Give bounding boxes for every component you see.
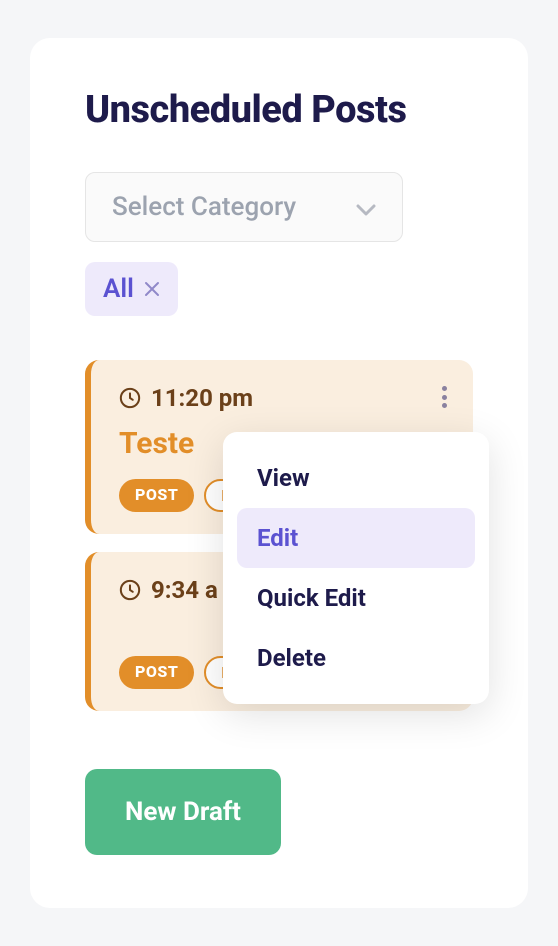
- category-select[interactable]: Select Category: [85, 172, 403, 242]
- dropdown-item-delete[interactable]: Delete: [237, 628, 475, 688]
- post-time: 11:20 pm: [151, 384, 253, 412]
- badge-post: POST: [119, 479, 194, 512]
- post-time: 9:34 a: [151, 576, 218, 604]
- posts-list: 11:20 pm Teste POST D View Edit Quick Ed…: [85, 360, 473, 711]
- more-button[interactable]: [435, 384, 453, 410]
- post-title: Teste: [119, 426, 239, 461]
- post-header: 11:20 pm: [119, 384, 447, 412]
- dropdown-menu: View Edit Quick Edit Delete: [223, 432, 489, 704]
- main-card: Unscheduled Posts Select Category All: [30, 38, 528, 908]
- dropdown-item-edit[interactable]: Edit: [237, 508, 475, 568]
- clock-icon: [119, 579, 141, 601]
- clock-icon: [119, 387, 141, 409]
- filter-chip-label: All: [103, 274, 134, 304]
- close-icon[interactable]: [144, 281, 160, 297]
- badge-post: POST: [119, 656, 194, 689]
- post-badges: POST D: [119, 656, 239, 689]
- dropdown-item-quick-edit[interactable]: Quick Edit: [237, 568, 475, 628]
- post-badges: POST D: [119, 479, 239, 512]
- category-select-placeholder: Select Category: [112, 192, 296, 222]
- dropdown-item-view[interactable]: View: [237, 448, 475, 508]
- filter-chip-all[interactable]: All: [85, 262, 178, 316]
- page-title: Unscheduled Posts: [85, 88, 473, 132]
- chevron-down-icon: [356, 201, 376, 213]
- new-draft-button[interactable]: New Draft: [85, 769, 281, 855]
